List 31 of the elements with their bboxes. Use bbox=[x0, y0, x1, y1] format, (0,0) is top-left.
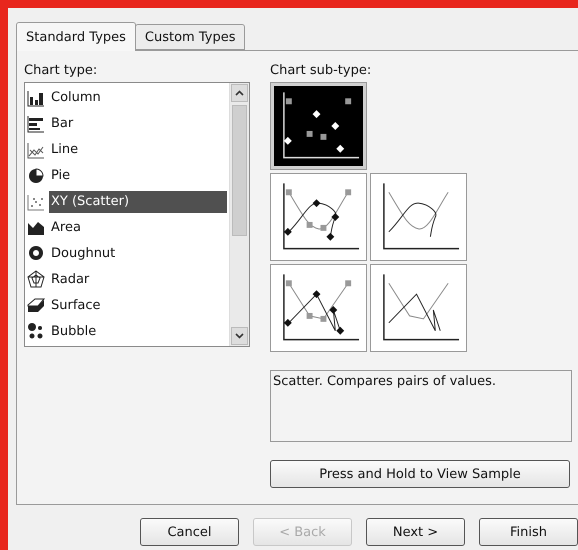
scroll-up-icon[interactable] bbox=[231, 84, 248, 102]
chart-type-item[interactable]: Doughnut bbox=[49, 242, 227, 264]
chart-type-item[interactable]: Area bbox=[49, 216, 227, 238]
wizard-button[interactable]: Cancel bbox=[140, 518, 239, 546]
chart-type-item[interactable]: XY (Scatter) bbox=[49, 190, 227, 213]
column-chart-icon bbox=[27, 88, 45, 107]
scatter-chart-icon bbox=[27, 192, 45, 211]
tab[interactable]: Standard Types bbox=[16, 22, 136, 51]
chart-type-label: Chart type: bbox=[24, 63, 98, 78]
tab[interactable]: Custom Types bbox=[134, 24, 246, 50]
bar-chart-icon bbox=[27, 114, 45, 133]
doughnut-chart-icon bbox=[27, 244, 45, 262]
chart-subtype-label: Chart sub-type: bbox=[270, 63, 372, 78]
chart-type-item[interactable]: Bubble bbox=[49, 320, 227, 342]
chart-type-item[interactable]: Surface bbox=[49, 294, 227, 316]
chart-type-item[interactable]: Pie bbox=[49, 164, 227, 187]
scrollbar[interactable] bbox=[229, 83, 249, 346]
wizard-button[interactable]: Next > bbox=[366, 518, 465, 546]
chart-type-item[interactable]: Line bbox=[49, 138, 227, 161]
chart-type-item[interactable]: Bar bbox=[49, 112, 227, 135]
chart-type-item[interactable]: Radar bbox=[49, 268, 227, 290]
radar-chart-icon bbox=[27, 270, 45, 288]
pie-chart-icon bbox=[27, 166, 45, 185]
bubble-chart-icon bbox=[27, 322, 45, 340]
scroll-down-icon[interactable] bbox=[231, 327, 248, 345]
chart-type-item[interactable]: Column bbox=[49, 86, 227, 109]
wizard-button[interactable]: Finish bbox=[479, 518, 578, 546]
view-sample-button[interactable]: Press and Hold to View Sample bbox=[270, 460, 570, 488]
surface-chart-icon bbox=[27, 296, 45, 314]
description-text: Scatter. Compares pairs of values. bbox=[270, 370, 572, 442]
line-chart-icon bbox=[27, 140, 45, 159]
